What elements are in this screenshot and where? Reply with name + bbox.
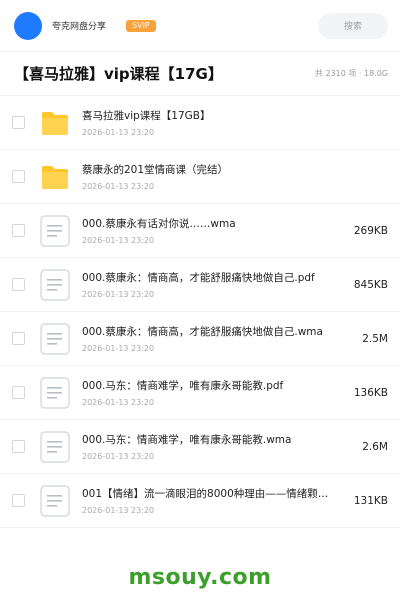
file-row[interactable]: 000.蔡康永：情商高，才能舒服痛快地做自己.wma 2026-01-13 23:…: [0, 312, 400, 366]
file-row[interactable]: 喜马拉雅vip课程【17GB】 2026-01-13 23:20: [0, 96, 400, 150]
file-meta: 蔡康永的201堂情商课（完结） 2026-01-13 23:20: [82, 162, 336, 191]
file-name[interactable]: 000.蔡康永：情商高，才能舒服痛快地做自己.pdf: [82, 270, 336, 285]
row-checkbox[interactable]: [12, 332, 25, 345]
file-name[interactable]: 蔡康永的201堂情商课（完结）: [82, 162, 336, 177]
file-date: 2026-01-13 23:20: [82, 236, 155, 245]
file-meta: 000.蔡康永：情商高，才能舒服痛快地做自己.pdf 2026-01-13 23:…: [82, 270, 336, 299]
file-row[interactable]: 蔡康永的201堂情商课（完结） 2026-01-13 23:20: [0, 150, 400, 204]
file-date: 2026-01-13 23:20: [82, 128, 155, 137]
file-meta: 000.蔡康永：情商高，才能舒服痛快地做自己.wma 2026-01-13 23:…: [82, 324, 336, 353]
username: 夸克网盘分享: [52, 22, 107, 32]
row-checkbox[interactable]: [12, 116, 25, 129]
file-meta: 000.马东：情商难学，唯有康永哥能教.wma 2026-01-13 23:20: [82, 432, 336, 461]
row-checkbox[interactable]: [12, 278, 25, 291]
document-icon: [40, 376, 70, 409]
folder-header: 【喜马拉雅】vip课程【17G】 共 2310 项 · 18.0G: [0, 52, 400, 96]
file-row[interactable]: 000.马东：情商难学，唯有康永哥能教.wma 2026-01-13 23:20 2…: [0, 420, 400, 474]
file-meta: 000.马东：情商难学，唯有康永哥能教.pdf 2026-01-13 23:20: [82, 378, 336, 407]
file-row[interactable]: 000.蔡康永：情商高，才能舒服痛快地做自己.pdf 2026-01-13 23:…: [0, 258, 400, 312]
file-size: 131KB: [353, 494, 388, 507]
document-icon: [40, 268, 70, 301]
file-date: 2026-01-13 23:20: [82, 344, 155, 353]
row-checkbox[interactable]: [12, 494, 25, 507]
file-name[interactable]: 000.蔡康永：情商高，才能舒服痛快地做自己.wma: [82, 324, 336, 339]
document-icon: [40, 322, 70, 355]
folder-summary: 共 2310 项 · 18.0G: [314, 69, 388, 78]
file-list: 喜马拉雅vip课程【17GB】 2026-01-13 23:20 蔡康永的201堂情…: [0, 96, 400, 528]
file-name[interactable]: 000.蔡康永有话对你说……wma: [82, 216, 336, 231]
row-checkbox[interactable]: [12, 170, 25, 183]
folder-icon: [40, 107, 70, 139]
row-checkbox[interactable]: [12, 224, 25, 237]
file-meta: 000.蔡康永有话对你说……wma 2026-01-13 23:20: [82, 216, 336, 245]
document-icon: [40, 430, 70, 463]
file-row[interactable]: 000.马东：情商难学，唯有康永哥能教.pdf 2026-01-13 23:20 1…: [0, 366, 400, 420]
file-date: 2026-01-13 23:20: [82, 290, 155, 299]
file-date: 2026-01-13 23:20: [82, 398, 155, 407]
top-bar: 夸克网盘分享 SVIP 搜索: [0, 0, 400, 52]
row-checkbox[interactable]: [12, 386, 25, 399]
file-date: 2026-01-13 23:20: [82, 506, 155, 515]
file-name[interactable]: 001【情绪】流一滴眼泪的8000种理由——情绪颗…: [82, 486, 336, 501]
file-name[interactable]: 喜马拉雅vip课程【17GB】: [82, 108, 336, 123]
file-meta: 喜马拉雅vip课程【17GB】 2026-01-13 23:20: [82, 108, 336, 137]
watermark: msouy.com: [128, 565, 272, 590]
file-size: 136KB: [353, 386, 388, 399]
file-name[interactable]: 000.马东：情商难学，唯有康永哥能教.wma: [82, 432, 336, 447]
row-checkbox[interactable]: [12, 440, 25, 453]
file-size: 269KB: [353, 224, 388, 237]
file-name[interactable]: 000.马东：情商难学，唯有康永哥能教.pdf: [82, 378, 336, 393]
svip-badge: SVIP: [126, 19, 156, 32]
file-meta: 001【情绪】流一滴眼泪的8000种理由——情绪颗… 2026-01-13 23:…: [82, 486, 336, 515]
file-size: 2.6M: [362, 440, 388, 453]
search-input[interactable]: 搜索: [318, 12, 388, 39]
file-row[interactable]: 001【情绪】流一滴眼泪的8000种理由——情绪颗… 2026-01-13 23:…: [0, 474, 400, 528]
file-row[interactable]: 000.蔡康永有话对你说……wma 2026-01-13 23:20 269KB: [0, 204, 400, 258]
document-icon: [40, 214, 70, 247]
document-icon: [40, 484, 70, 517]
file-date: 2026-01-13 23:20: [82, 182, 155, 191]
folder-icon: [40, 161, 70, 193]
avatar[interactable]: [14, 11, 42, 40]
file-size: 845KB: [353, 278, 388, 291]
file-date: 2026-01-13 23:20: [82, 452, 155, 461]
page-title: 【喜马拉雅】vip课程【17G】: [14, 65, 223, 83]
file-size: 2.5M: [362, 332, 388, 345]
